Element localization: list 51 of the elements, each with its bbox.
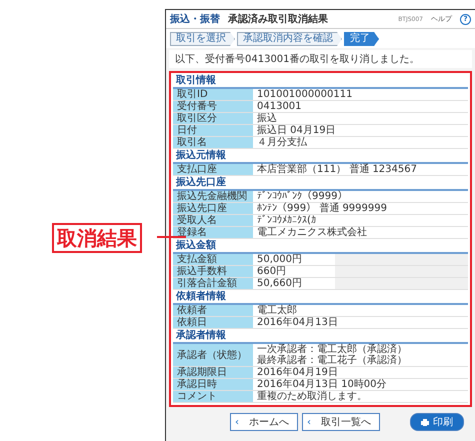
field-label: 支払口座 (173, 163, 253, 176)
field-value: 重複のため取消します。 (253, 390, 468, 402)
result-message: 以下、受付番号0413001番の取引を取り消しました。 (169, 50, 472, 68)
field-value: 2016年04月19日 (253, 366, 468, 378)
field-label: 取引区分 (173, 112, 253, 124)
progress-step: 承認取消内容を確認 (237, 32, 342, 46)
section-heading: 承認者情報 (174, 329, 227, 342)
field-value: 101001000000111 (253, 88, 468, 100)
progress-step: 完了 (344, 32, 379, 46)
field-value: 振込 (253, 112, 468, 124)
section-heading: 振込元情報 (174, 149, 227, 162)
field-value: ４月分支払 (253, 136, 468, 148)
section-heading: 振込先口座 (174, 176, 227, 189)
field-label: 受付番号 (173, 100, 253, 112)
nav-button[interactable]: ‹ 取引一覧へ (302, 413, 380, 431)
field-label: 振込先金融機関 (173, 190, 253, 202)
print-button[interactable]: 印刷 (410, 413, 464, 431)
progress-step: 取引を選択 (170, 32, 235, 46)
field-value: 0413001 (253, 100, 468, 112)
field-label: 支払金額 (173, 253, 253, 266)
field-label: 承認者（状態） (173, 343, 253, 366)
field-label: 取引名 (173, 136, 253, 148)
field-label: 受取人名 (173, 214, 253, 226)
field-label: 依頼者 (173, 304, 253, 316)
field-value: ﾎﾝﾃﾝ（999） 普通 9999999 (253, 202, 468, 214)
field-label: 振込手数料 (173, 266, 253, 278)
breadcrumb-link[interactable]: 振込・振替 (170, 12, 220, 26)
field-value: 振込日 04月19日 (253, 124, 468, 136)
field-label: 依頼日 (173, 316, 253, 328)
field-value: ﾃﾞﾝｺｳﾒｶﾆｸｽ(ｶ (253, 214, 468, 226)
section-heading: 依頼者情報 (174, 290, 227, 303)
field-label: 引落合計金額 (173, 278, 253, 290)
annotation-label: 取消結果 (52, 223, 142, 253)
field-value: 電工メカニクス株式会社 (253, 226, 468, 238)
field-value: 2016年04月13日 (253, 316, 468, 328)
field-label: 日付 (173, 124, 253, 136)
field-label: 取引ID (173, 88, 253, 100)
section-heading: 取引情報 (174, 74, 217, 87)
nav-button[interactable]: ‹ ホームへ (230, 413, 298, 431)
field-value: 一次承認者：電工太郎（承認済） 最終承認者：電工花子（承認済） (253, 343, 468, 366)
field-value: 2016年04月13日 10時00分 (253, 378, 468, 390)
field-value: 本店営業部（111） 普通 1234567 (253, 163, 468, 176)
field-label: コメント (173, 390, 253, 402)
field-label: 承認期限日 (173, 366, 253, 378)
section-heading: 振込金額 (174, 239, 217, 252)
field-value: 電工太郎 (253, 304, 468, 316)
field-value: ﾃﾞﾝｺｳﾊﾞﾝｸ（9999） (253, 190, 468, 202)
field-label: 振込先口座 (173, 202, 253, 214)
page-title: 承認済み取引取消結果 (228, 12, 329, 26)
printer-icon (421, 418, 429, 426)
field-label: 承認日時 (173, 378, 253, 390)
